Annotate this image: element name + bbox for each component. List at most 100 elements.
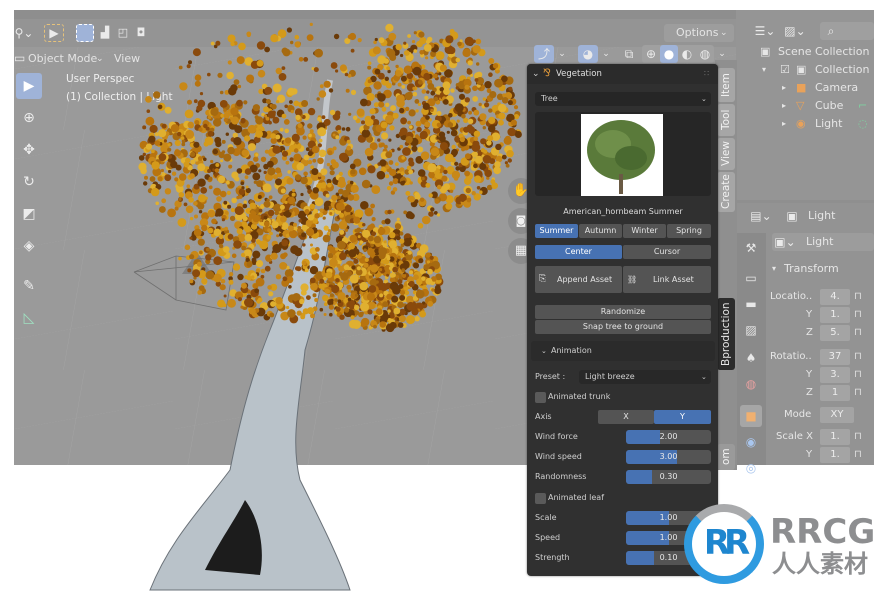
select-mode-invert-icon[interactable]: ◘: [132, 24, 150, 42]
camera-object[interactable]: [124, 230, 304, 340]
season-winter-button[interactable]: Winter: [623, 224, 666, 238]
display-mode-icon[interactable]: ☰⌄: [754, 22, 776, 40]
collapse-chevron-icon[interactable]: ⌄: [532, 67, 540, 81]
location-x-field[interactable]: 4.: [820, 289, 850, 305]
location-y-field[interactable]: 1.: [820, 307, 850, 323]
tab-item[interactable]: Item: [717, 68, 735, 102]
link-asset-button[interactable]: ⛓ Link Asset: [623, 266, 711, 293]
object-tab-icon[interactable]: ■: [740, 405, 762, 427]
output-tab-icon[interactable]: ▬: [740, 293, 762, 315]
filter-icon[interactable]: ▨⌄: [784, 22, 806, 40]
tool-cursor[interactable]: ⊕: [16, 105, 42, 131]
season-autumn-button[interactable]: Autumn: [579, 224, 622, 238]
animation-subpanel-header[interactable]: ⌄ Animation: [531, 341, 715, 361]
tab-create[interactable]: Create: [717, 172, 735, 212]
rotation-x-field[interactable]: 37: [820, 349, 850, 365]
lock-icon[interactable]: ⊓: [854, 289, 862, 305]
rotation-y-field[interactable]: 3.: [820, 367, 850, 383]
transform-section-title[interactable]: Transform: [784, 261, 839, 277]
outliner-item-collection[interactable]: Collection: [815, 62, 869, 78]
transform-expand-icon[interactable]: ▾: [772, 261, 776, 277]
tab-bproduction[interactable]: Bproduction: [717, 298, 735, 370]
placement-cursor-button[interactable]: Cursor: [623, 245, 711, 259]
wireframe-shading-icon[interactable]: ⊕: [642, 45, 660, 63]
xray-toggle-icon[interactable]: ⧉: [620, 45, 638, 63]
chevron-down-icon[interactable]: ⌄: [600, 45, 612, 63]
scene-tab-icon[interactable]: ♠: [740, 347, 762, 369]
tab-tool[interactable]: Tool: [717, 104, 735, 136]
select-mode-extend-icon[interactable]: ▟: [96, 24, 114, 42]
view-menu[interactable]: View: [114, 51, 140, 67]
tool-rotate[interactable]: ↻: [16, 169, 42, 195]
tool-annotate[interactable]: ✎: [16, 273, 42, 299]
season-summer-button[interactable]: Summer: [535, 224, 578, 238]
render-tab-icon[interactable]: ▭: [740, 267, 762, 289]
material-shading-icon[interactable]: ◐: [678, 45, 696, 63]
drag-handle-icon[interactable]: ∷: [704, 67, 709, 81]
expand-light-icon[interactable]: ▸: [782, 116, 786, 132]
lock-icon[interactable]: ⊓: [854, 447, 862, 463]
preset-dropdown[interactable]: Light breeze ⌄: [579, 370, 711, 384]
scale-x-field[interactable]: 1.: [820, 429, 850, 445]
asset-thumbnail[interactable]: [581, 114, 663, 196]
rendered-shading-icon[interactable]: ◍: [696, 45, 714, 63]
slider-randomness[interactable]: 0.30: [626, 470, 711, 484]
panel-header[interactable]: ⌄ ⅋ Vegetation ∷: [527, 64, 718, 84]
world-tab-icon[interactable]: ◍: [740, 373, 762, 395]
asset-preview-frame[interactable]: [535, 112, 711, 196]
chevron-down-icon[interactable]: ⌄: [556, 45, 568, 63]
object-mode-dropdown[interactable]: Object Mode: [28, 51, 97, 67]
scene-collection-label[interactable]: Scene Collection: [778, 44, 869, 60]
axis-x-button[interactable]: X: [598, 410, 654, 424]
lock-icon[interactable]: ⊓: [854, 385, 862, 401]
slider-label: Wind speed: [535, 452, 582, 461]
outliner-item-cube[interactable]: Cube: [815, 98, 843, 114]
tool-move[interactable]: ✥: [16, 137, 42, 163]
slider-wind-force[interactable]: 2.00: [626, 430, 711, 444]
modifier-icon: ⌐: [858, 99, 868, 112]
axis-y-button[interactable]: Y: [654, 410, 711, 424]
randomize-button[interactable]: Randomize: [535, 305, 711, 319]
collection-checkbox[interactable]: ☑: [780, 62, 790, 78]
season-spring-button[interactable]: Spring: [667, 224, 711, 238]
properties-type-icon[interactable]: ▤⌄: [750, 207, 772, 225]
lock-icon[interactable]: ⊓: [854, 349, 862, 365]
panel-title: Vegetation: [556, 69, 602, 79]
lock-icon[interactable]: ⊓: [854, 367, 862, 383]
tool-measure[interactable]: ◺: [16, 305, 42, 331]
category-value: Tree: [541, 94, 558, 103]
expand-collection-icon[interactable]: ▾: [762, 62, 766, 78]
category-dropdown[interactable]: Tree ⌄: [535, 92, 711, 106]
tool-transform[interactable]: ◈: [16, 233, 42, 259]
physics-tab-icon[interactable]: ◉: [740, 431, 762, 453]
tool-scale[interactable]: ◩: [16, 201, 42, 227]
slider-wind-speed[interactable]: 3.00: [626, 450, 711, 464]
outliner-item-light[interactable]: Light: [815, 116, 842, 132]
select-mode-subtract-icon[interactable]: ◰: [114, 24, 132, 42]
expand-cube-icon[interactable]: ▸: [782, 98, 786, 114]
tool-select-box[interactable]: ▶: [16, 73, 42, 99]
viewport-header-menus: ▭ Object Mode ⌄ View: [14, 47, 524, 73]
animated-leaf-checkbox[interactable]: [535, 493, 546, 504]
view-layer-tab-icon[interactable]: ▨: [740, 319, 762, 341]
outliner-item-camera[interactable]: Camera: [815, 80, 858, 96]
scale-y-field[interactable]: 1.: [820, 447, 850, 463]
append-asset-button[interactable]: ⎘ Append Asset: [535, 266, 622, 293]
snap-to-ground-button[interactable]: Snap tree to ground: [535, 320, 711, 334]
transform-pivot-icon[interactable]: ⚲⌄: [14, 24, 34, 42]
tool-tab-icon[interactable]: ⚒: [740, 237, 762, 259]
lock-icon[interactable]: ⊓: [854, 307, 862, 323]
constraints-tab-icon[interactable]: ◎: [740, 457, 762, 479]
lock-icon[interactable]: ⊓: [854, 429, 862, 445]
expand-camera-icon[interactable]: ▸: [782, 80, 786, 96]
tab-partial[interactable]: om: [717, 444, 735, 470]
lock-icon[interactable]: ⊓: [854, 325, 862, 341]
location-z-field[interactable]: 5.: [820, 325, 850, 341]
asset-name-label: American_hornbeam Summer: [563, 207, 683, 216]
placement-center-button[interactable]: Center: [535, 245, 622, 259]
rotation-z-field[interactable]: 1: [820, 385, 850, 401]
tab-view[interactable]: View: [717, 138, 735, 170]
select-mode-new-button[interactable]: [76, 24, 94, 42]
animated-trunk-checkbox[interactable]: [535, 392, 546, 403]
rotation-mode-dropdown[interactable]: XY: [820, 407, 854, 423]
